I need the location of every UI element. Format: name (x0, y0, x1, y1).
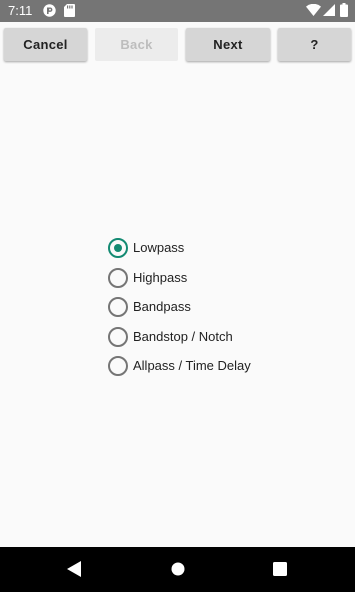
pocketcasts-icon (43, 4, 56, 17)
radio-button[interactable] (108, 268, 128, 288)
next-button[interactable]: Next (186, 28, 270, 61)
radio-button[interactable] (108, 297, 128, 317)
screen: 7:11 Cancel Back Next ? Lowpass Highpass… (0, 0, 355, 592)
back-triangle-icon[interactable] (67, 561, 81, 577)
help-button[interactable]: ? (278, 28, 351, 61)
navigation-bar (0, 547, 355, 592)
battery-icon (340, 3, 348, 17)
radio-label: Allpass / Time Delay (133, 358, 251, 373)
radio-label: Lowpass (133, 240, 185, 255)
signal-icon (323, 4, 335, 16)
radio-button[interactable] (108, 327, 128, 347)
radio-dot (114, 244, 122, 252)
radio-label: Bandstop / Notch (133, 329, 233, 344)
cancel-button[interactable]: Cancel (4, 28, 87, 61)
wizard-toolbar: Cancel Back Next ? (0, 22, 355, 68)
status-bar: 7:11 (0, 0, 355, 22)
radio-button[interactable] (108, 356, 128, 376)
recents-square-icon[interactable] (273, 562, 287, 576)
radio-button-checked[interactable] (108, 238, 128, 258)
status-time: 7:11 (8, 3, 33, 18)
home-circle-icon[interactable] (171, 562, 185, 576)
sd-card-icon (64, 4, 75, 17)
radio-label: Bandpass (133, 299, 191, 314)
wifi-icon (306, 4, 321, 16)
radio-label: Highpass (133, 270, 188, 285)
back-button[interactable]: Back (95, 28, 178, 61)
